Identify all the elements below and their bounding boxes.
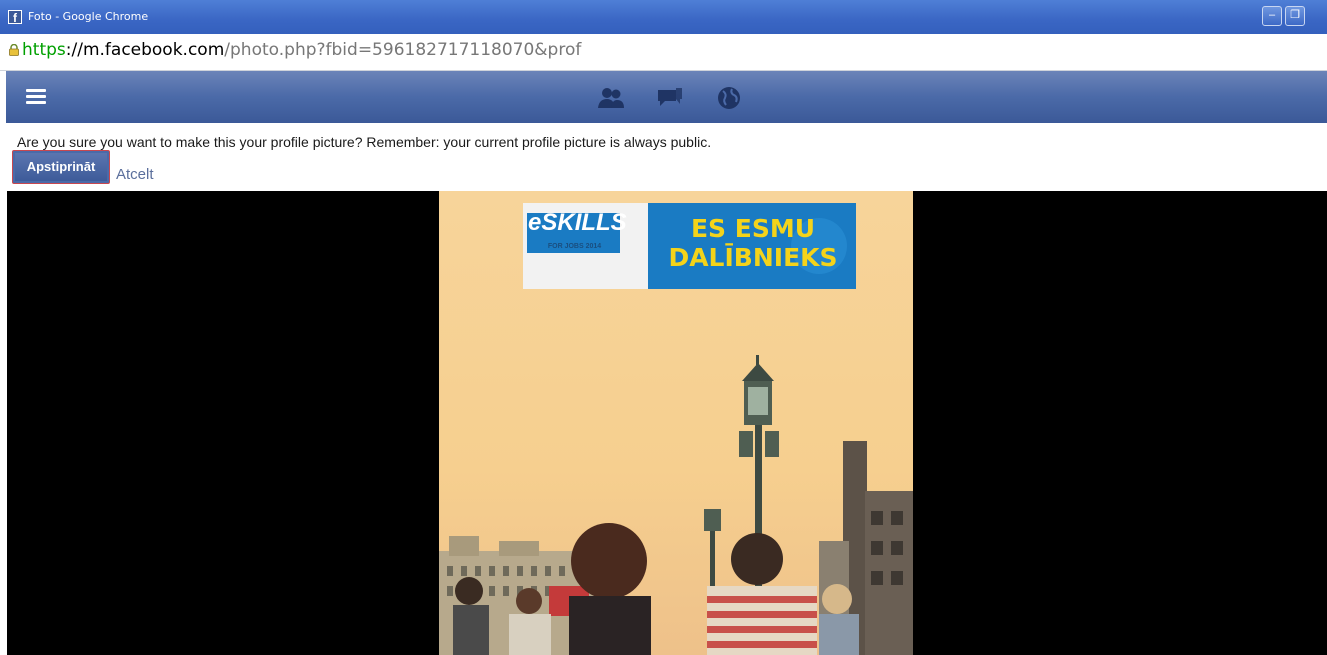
url-path: /photo.php?fbid=596182717118070&prof [224, 40, 582, 60]
url-host: ://m.facebook.com [65, 40, 225, 60]
facebook-favicon-icon: f [8, 10, 22, 25]
eskills-subtitle: FOR JOBS 2014 [547, 243, 602, 250]
photo-viewer: eSKILLS FOR JOBS 2014 ES ESMU DALĪBNIEKS [7, 191, 1327, 655]
banner-line-1: ES ESMU [690, 214, 816, 243]
lock-icon [9, 44, 19, 56]
eskills-logo: eSKILLS [528, 209, 627, 236]
banner-line-2: DALĪBNIEKS [668, 243, 838, 272]
url-text[interactable]: https://m.facebook.com/photo.php?fbid=59… [22, 40, 581, 60]
menu-icon[interactable] [26, 89, 46, 105]
facebook-header [6, 71, 1327, 123]
url-scheme: https [22, 40, 66, 60]
profile-picture-prompt: Are you sure you want to make this your … [17, 134, 712, 150]
minimize-button[interactable]: – [1262, 6, 1282, 26]
restore-button[interactable]: ❐ [1285, 6, 1305, 26]
globe-icon[interactable] [715, 85, 743, 111]
confirm-button[interactable]: Apstiprināt [12, 150, 110, 184]
friends-icon[interactable] [597, 85, 625, 111]
cancel-link[interactable]: Atcelt [116, 166, 154, 183]
window-title: Foto - Google Chrome [28, 10, 149, 23]
messages-icon[interactable] [656, 85, 684, 111]
window-titlebar: f Foto - Google Chrome – ❐ [0, 0, 1327, 34]
